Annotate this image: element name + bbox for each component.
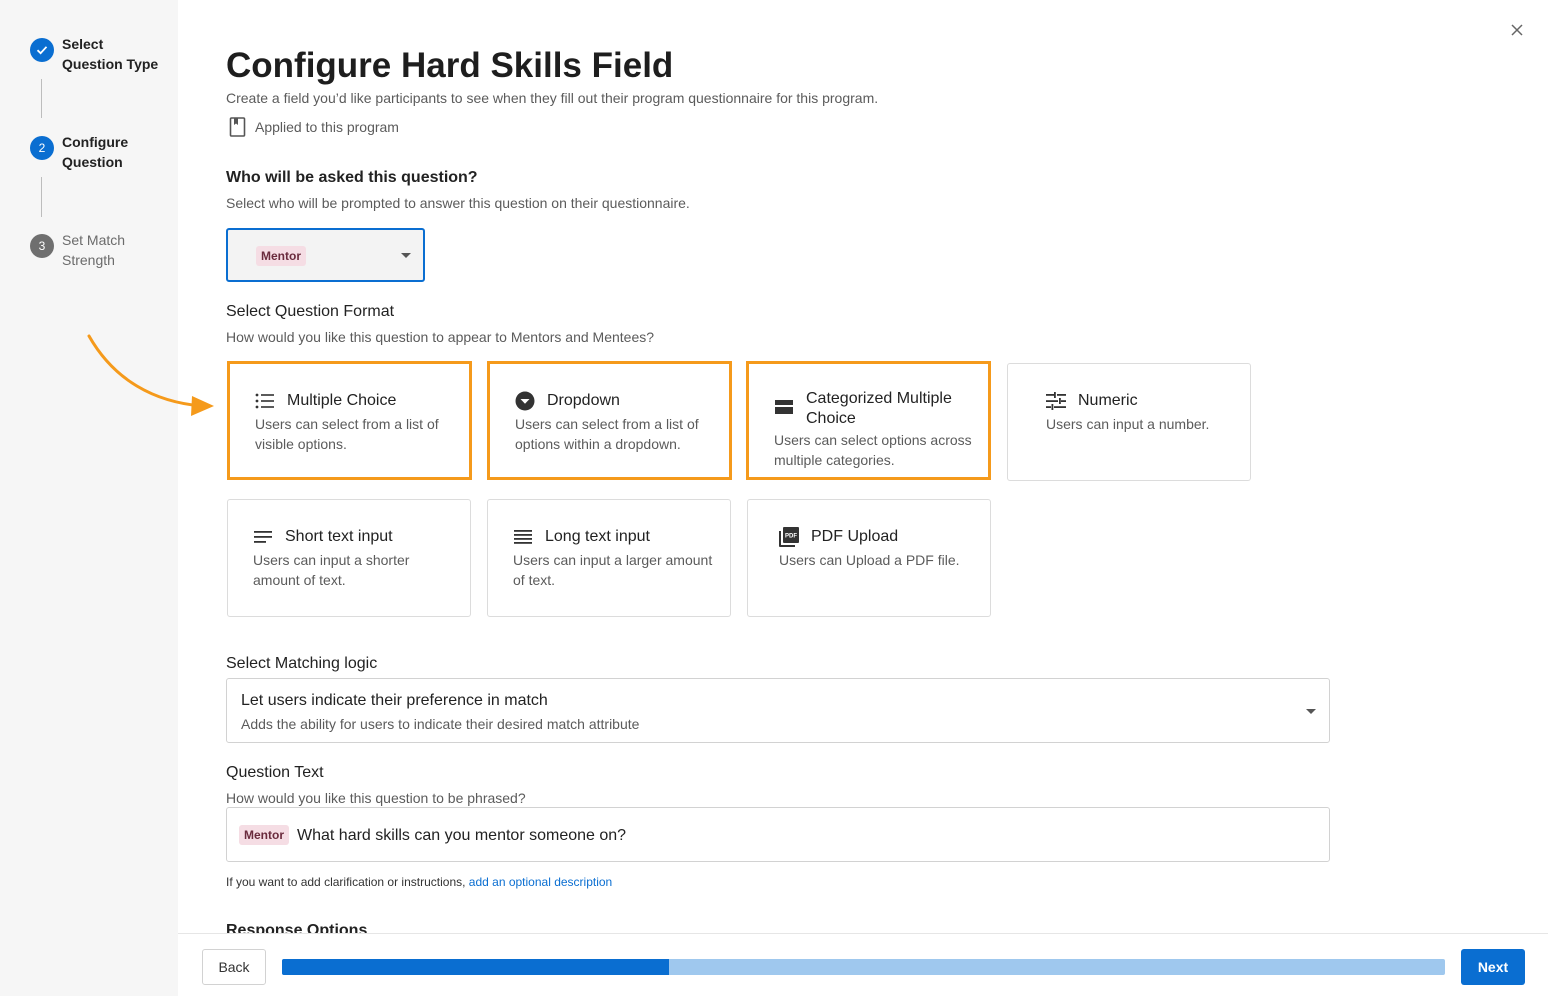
format-card-categorized-multiple-choice[interactable]: Categorized Multiple Choice Users can se… (746, 361, 991, 480)
book-icon (229, 117, 246, 137)
step-configure-question[interactable]: 2 Configure Question (30, 134, 162, 172)
step-connector (41, 79, 42, 118)
matching-selected-subtitle: Adds the ability for users to indicate t… (241, 716, 640, 732)
format-subtext: How would you like this question to appe… (226, 329, 655, 345)
sliders-icon (1046, 391, 1066, 411)
step-label: Set Match Strength (62, 232, 126, 268)
step-label: Configure Question (62, 134, 129, 170)
format-heading: Select Question Format (226, 303, 395, 320)
format-card-pdf-upload[interactable]: PDF PDF Upload Users can Upload a PDF fi… (747, 499, 991, 617)
long-text-icon (513, 527, 533, 547)
card-title: Dropdown (547, 392, 620, 409)
format-card-long-text[interactable]: Long text input Users can input a larger… (487, 499, 731, 617)
card-description: Users can input a number. (1046, 416, 1210, 432)
applied-scope: Applied to this program (229, 117, 399, 137)
mentor-chip: Mentor (256, 246, 306, 266)
card-description: Users can input a shorter amount of text… (253, 552, 410, 588)
add-description-link[interactable]: add an optional description (469, 875, 612, 889)
short-text-icon (253, 527, 273, 547)
applied-label: Applied to this program (255, 119, 399, 135)
card-description: Users can select from a list of options … (515, 416, 699, 452)
question-text-value: What hard skills can you mentor someone … (297, 827, 627, 844)
card-title: Categorized Multiple Choice (806, 390, 952, 427)
card-title: Multiple Choice (287, 392, 397, 409)
progress-fill (282, 959, 670, 975)
question-text-subtext: How would you like this question to be p… (226, 790, 526, 806)
question-text-input[interactable]: Mentor What hard skills can you mentor s… (226, 807, 1330, 862)
close-icon[interactable] (1508, 21, 1526, 39)
card-title: PDF Upload (811, 528, 899, 545)
caret-down-icon (401, 253, 411, 258)
annotation-arrow-icon (87, 334, 214, 416)
matching-selected-title: Let users indicate their preference in m… (241, 692, 548, 709)
question-text-heading: Question Text (226, 764, 324, 781)
caret-down-icon (1306, 709, 1316, 714)
card-description: Users can select options across multiple… (774, 432, 972, 468)
matching-heading: Select Matching logic (226, 655, 378, 672)
description-hint: If you want to add clarification or inst… (226, 875, 612, 889)
who-heading: Who will be asked this question? (226, 169, 478, 186)
progress-bar (282, 959, 1445, 975)
format-card-multiple-choice[interactable]: Multiple Choice Users can select from a … (227, 361, 472, 480)
card-description: Users can select from a list of visible … (255, 416, 439, 452)
pdf-icon: PDF (779, 527, 799, 547)
footer-bar: Back Next (178, 933, 1548, 996)
step-label: Select Question Type (62, 36, 159, 72)
format-card-numeric[interactable]: Numeric Users can input a number. (1007, 363, 1251, 481)
dropdown-circle-icon (515, 391, 535, 411)
mentor-chip: Mentor (239, 825, 289, 845)
who-select[interactable]: Mentor (226, 228, 425, 282)
card-description: Users can input a larger amount of text. (513, 552, 713, 588)
list-icon (255, 391, 275, 411)
card-title: Numeric (1078, 392, 1138, 409)
svg-text:PDF: PDF (785, 534, 797, 540)
step-number: 2 (30, 136, 54, 160)
category-icon (774, 397, 794, 417)
step-select-question-type[interactable]: Select Question Type (30, 36, 162, 74)
hint-prefix: If you want to add clarification or inst… (226, 875, 466, 889)
format-card-dropdown[interactable]: Dropdown Users can select from a list of… (487, 361, 732, 480)
page-subtitle: Create a field you’d like participants t… (226, 90, 879, 106)
card-title: Long text input (545, 528, 650, 545)
card-title: Short text input (285, 528, 393, 545)
format-card-short-text[interactable]: Short text input Users can input a short… (227, 499, 471, 617)
page-title: Configure Hard Skills Field (226, 46, 674, 85)
step-number: 3 (30, 234, 54, 258)
who-subtext: Select who will be prompted to answer th… (226, 195, 690, 211)
check-icon (30, 38, 54, 62)
back-button[interactable]: Back (202, 949, 266, 985)
card-description: Users can Upload a PDF file. (779, 552, 960, 568)
next-button[interactable]: Next (1461, 949, 1525, 985)
step-connector (41, 177, 42, 217)
step-set-match-strength[interactable]: 3 Set Match Strength (30, 232, 162, 270)
stepper-sidebar: Select Question Type 2 Configure Questio… (0, 0, 178, 996)
matching-logic-select[interactable]: Let users indicate their preference in m… (226, 678, 1330, 743)
